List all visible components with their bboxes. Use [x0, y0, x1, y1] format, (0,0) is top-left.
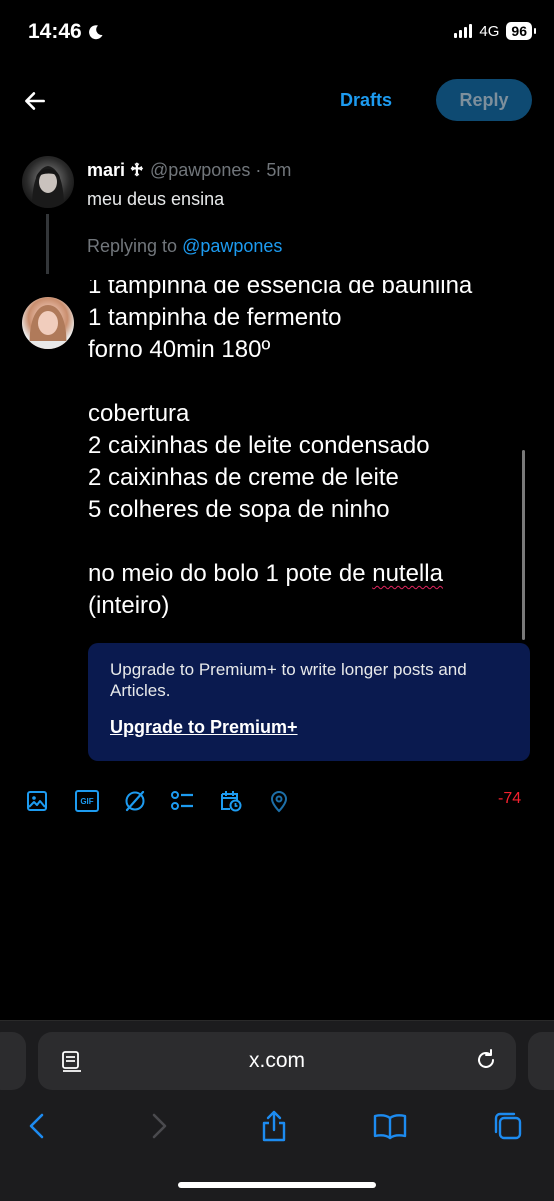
compose-line: 1 tampinha de fermento — [88, 304, 342, 331]
premium-banner: Upgrade to Premium+ to write longer post… — [88, 643, 530, 761]
image-icon[interactable] — [24, 788, 50, 814]
arrow-left-icon — [25, 92, 45, 110]
status-time: 14:46 — [28, 20, 104, 44]
avatar[interactable] — [22, 156, 74, 208]
moon-icon — [88, 25, 103, 40]
compose-textarea[interactable]: 1 tampinha de essencia de baunilha 1 tam… — [88, 280, 528, 630]
url-text[interactable]: x.com — [38, 1049, 516, 1073]
compose-line: 2 caixinhas de creme de leite — [88, 464, 399, 491]
bookmarks-icon[interactable] — [372, 1108, 408, 1144]
poll-icon[interactable] — [170, 788, 196, 814]
compose-line: forno 40min 180º — [88, 336, 271, 363]
misspelled-word[interactable]: nutella — [372, 560, 443, 587]
compose-line: 2 caixinhas de leite condensado — [88, 432, 430, 459]
drafts-button[interactable]: Drafts — [340, 90, 392, 111]
previous-tab-pill[interactable] — [0, 1032, 26, 1090]
reload-icon[interactable] — [474, 1048, 498, 1077]
gif-icon[interactable]: GIF — [74, 788, 100, 814]
location-icon[interactable] — [266, 788, 292, 814]
compose-line — [88, 526, 472, 558]
signal-icon — [454, 24, 473, 38]
tabs-icon[interactable] — [490, 1108, 526, 1144]
compose-line: 1 tampinha de essencia de baunilha — [88, 280, 473, 299]
home-indicator — [178, 1182, 376, 1188]
thread-line — [46, 214, 49, 274]
author-name[interactable]: mari ♱ — [87, 160, 144, 181]
compose-line: no meio do bolo 1 pote de nutella — [88, 560, 443, 587]
compose-line — [88, 366, 472, 398]
network-label: 4G — [479, 22, 500, 40]
gif-label: GIF — [75, 790, 99, 812]
compose-line: cobertura — [88, 400, 190, 427]
forward-icon — [140, 1108, 176, 1144]
compose-line: 5 colheres de sopa de ninho — [88, 496, 390, 523]
character-counter: -74 — [498, 790, 522, 807]
back-icon[interactable] — [20, 1108, 56, 1144]
premium-text: Upgrade to Premium+ to write longer post… — [110, 660, 467, 700]
grok-icon[interactable] — [122, 788, 148, 814]
author-handle-time: @pawpones · 5m — [150, 160, 292, 180]
back-button[interactable] — [20, 86, 50, 116]
reply-button[interactable]: Reply — [436, 79, 532, 121]
tweet-text: meu deus ensina — [87, 189, 225, 209]
replying-mention[interactable]: @pawpones — [182, 236, 282, 256]
compose-line: (inteiro) — [88, 592, 170, 619]
next-tab-pill[interactable] — [528, 1032, 554, 1090]
user-avatar[interactable] — [22, 297, 74, 349]
compose-scrollbar[interactable] — [522, 450, 525, 640]
replying-to: Replying to @pawpones — [87, 236, 283, 256]
address-bar[interactable]: x.com — [38, 1032, 516, 1090]
upgrade-premium-link[interactable]: Upgrade to Premium+ — [110, 717, 298, 738]
battery-icon: 96 — [506, 22, 536, 40]
status-indicators: 4G 96 — [454, 22, 536, 40]
schedule-icon[interactable] — [218, 788, 244, 814]
share-icon[interactable] — [256, 1108, 292, 1144]
